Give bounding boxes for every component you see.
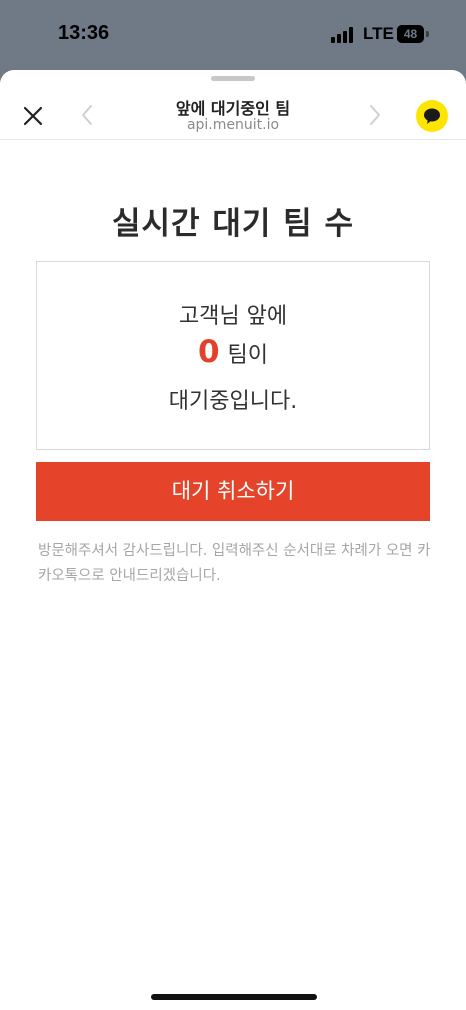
card-count-suffix: 팀이 <box>227 343 269 368</box>
status-time: 13:36 <box>58 22 110 44</box>
nav-title: 앞에 대기중인 팀 <box>175 99 291 118</box>
cancel-waiting-button[interactable]: 대기 취소하기 <box>36 462 430 521</box>
battery-percent: 48 <box>403 27 418 41</box>
sheet-grabber[interactable] <box>211 76 255 81</box>
waiting-card: 고객님 앞에 0 팀이 대기중입니다. <box>36 261 430 450</box>
nav-url: api.menuit.io <box>186 117 280 133</box>
notice-text: 방문해주셔서 감사드립니다. 입력해주신 순서대로 차례가 오면 카카오톡으로 … <box>38 543 431 584</box>
network-type: LTE <box>363 24 394 43</box>
card-line-2: 0 팀이 <box>37 334 429 370</box>
battery-tip <box>426 31 429 37</box>
battery-icon: 48 <box>397 25 424 43</box>
nav-bar: 앞에 대기중인 팀 api.menuit.io <box>0 84 466 140</box>
home-indicator[interactable] <box>151 994 317 1000</box>
forward-chevron-icon[interactable] <box>368 104 382 126</box>
status-bar: 13:36 LTE 48 <box>0 0 466 70</box>
signal-icon <box>331 27 355 43</box>
page-title: 실시간 대기 팀 수 <box>111 206 355 242</box>
card-line-1: 고객님 앞에 <box>178 304 288 329</box>
waiting-count: 0 <box>197 334 220 370</box>
card-line-3: 대기중입니다. <box>168 389 298 414</box>
web-sheet: 앞에 대기중인 팀 api.menuit.io 실시간 대기 팀 수 고객님 앞… <box>0 70 466 1010</box>
kakaotalk-icon[interactable] <box>416 100 448 132</box>
